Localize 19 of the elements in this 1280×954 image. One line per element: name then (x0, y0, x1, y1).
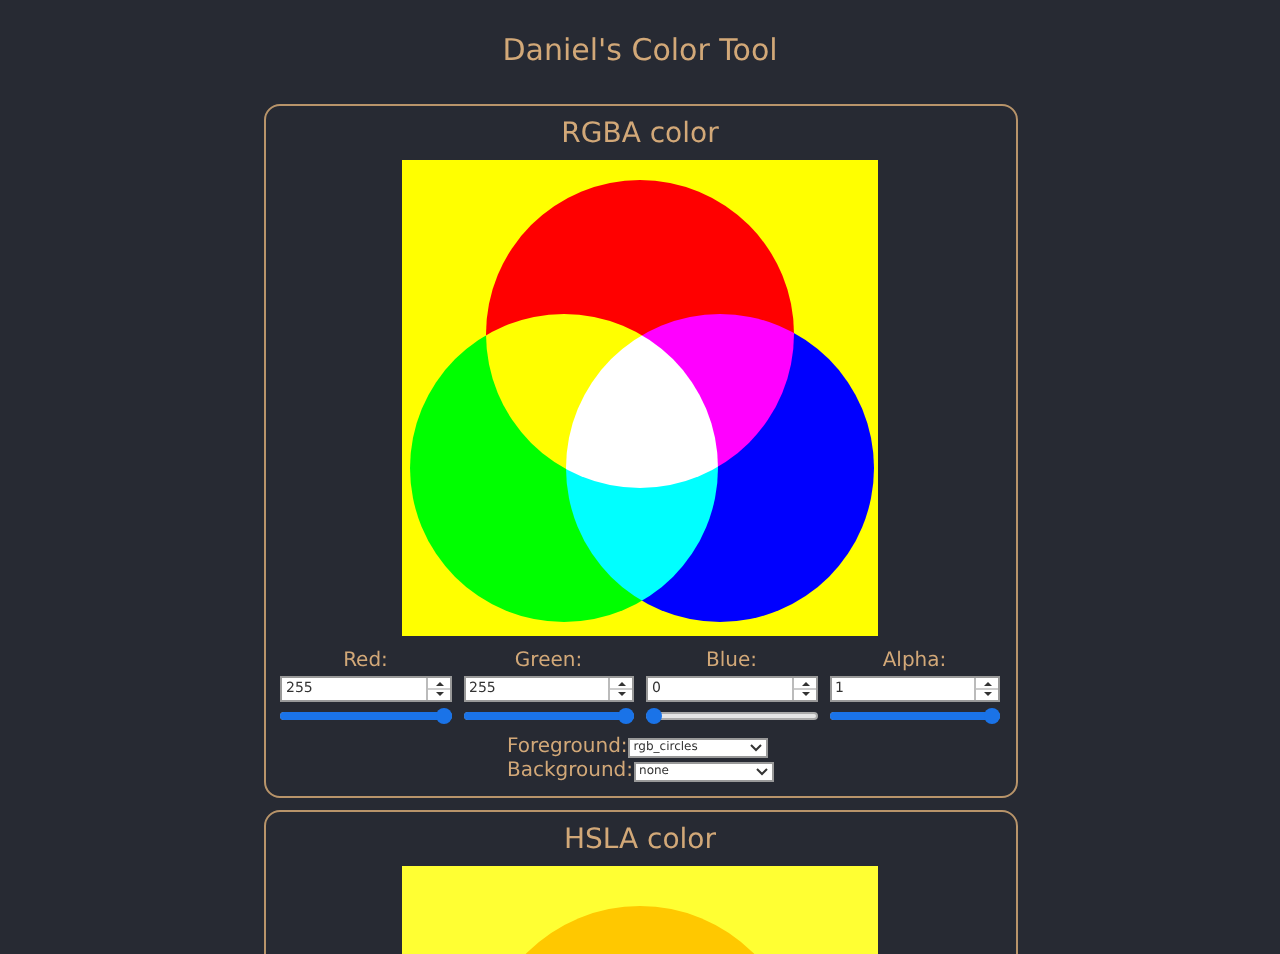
spinner-icon[interactable] (608, 678, 632, 700)
slider[interactable] (646, 708, 817, 724)
page-title: Daniel's Color Tool (502, 30, 778, 70)
select-label: Foreground: (506, 736, 628, 760)
slider[interactable] (829, 708, 1000, 724)
channel-label: Green: (514, 650, 583, 674)
channel-label: Red: (343, 650, 388, 674)
chevron-icon (749, 744, 762, 752)
card-title: RGBA color (561, 116, 719, 152)
channel-label: Blue: (706, 650, 757, 674)
slider[interactable] (463, 708, 634, 724)
slider[interactable] (280, 708, 451, 724)
spinner-icon[interactable] (791, 678, 815, 700)
spinner-icon[interactable] (425, 678, 449, 700)
select-label: Background: (506, 760, 634, 784)
chevron-icon (755, 768, 768, 776)
channel-label: Alpha: (882, 650, 947, 674)
card-title: HSLA color (563, 822, 717, 858)
spinner-icon[interactable] (974, 678, 998, 700)
